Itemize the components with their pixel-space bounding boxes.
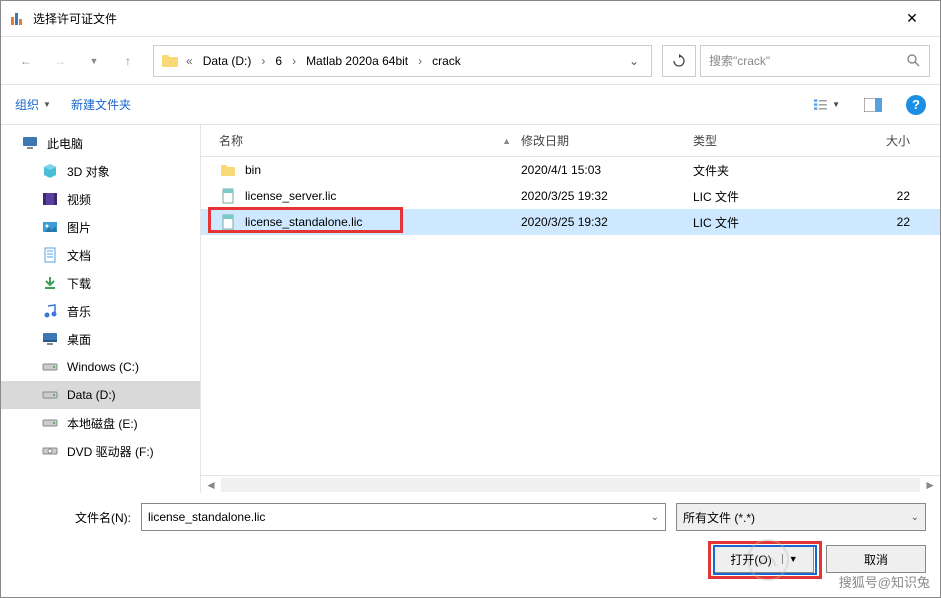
scroll-track[interactable] [221,478,920,492]
sidebar-item-download[interactable]: 下载 [1,269,200,297]
search-input[interactable]: 搜索"crack" [700,45,930,77]
file-row[interactable]: bin 2020/4/1 15:03 文件夹 [201,157,940,183]
breadcrumb-item-0[interactable]: Data (D:) [199,52,256,70]
recent-dropdown[interactable]: ▼ [79,46,109,76]
window-title: 选择许可证文件 [33,10,892,27]
column-name[interactable]: 名称 ▲ [201,132,521,149]
organize-menu[interactable]: 组织▼ [15,96,51,113]
up-button[interactable]: ↑ [113,46,143,76]
app-icon [9,11,25,27]
sidebar-item-pc[interactable]: 此电脑 [1,129,200,157]
sidebar-item-image[interactable]: 图片 [1,213,200,241]
sort-up-icon: ▲ [502,136,511,146]
file-list[interactable]: bin 2020/4/1 15:03 文件夹 license_server.li… [201,157,940,475]
sidebar-item-3d[interactable]: 3D 对象 [1,157,200,185]
sidebar-item-video[interactable]: 视频 [1,185,200,213]
close-button[interactable]: ✕ [892,4,932,33]
sidebar-item-doc[interactable]: 文档 [1,241,200,269]
footer: 文件名(N): license_standalone.lic ⌄ 所有文件 (*… [1,493,940,583]
scroll-right-icon[interactable]: ► [924,478,936,492]
chevron-down-icon: ⌄ [911,512,919,523]
column-date[interactable]: 修改日期 [521,132,693,149]
search-icon [906,53,921,68]
view-list-icon[interactable]: ▼ [814,92,840,118]
horizontal-scrollbar[interactable]: ◄ ► [201,475,940,493]
download-icon [41,274,59,292]
3d-icon [41,162,59,180]
chevron-down-icon[interactable]: ⌄ [651,512,659,523]
doc-icon [41,246,59,264]
breadcrumb-item-3[interactable]: crack [428,52,465,70]
breadcrumb[interactable]: « Data (D:) › 6 › Matlab 2020a 64bit › c… [153,45,652,77]
file-row-selected[interactable]: license_standalone.lic 2020/3/25 19:32 L… [201,209,940,235]
file-area: 名称 ▲ 修改日期 类型 大小 bin 2020/4/1 15:03 文件夹 l… [201,125,940,493]
sidebar-item-desktop[interactable]: 桌面 [1,325,200,353]
sidebar-item-disk-e[interactable]: 本地磁盘 (E:) [1,409,200,437]
refresh-button[interactable] [662,45,696,77]
chevron-right-icon: › [414,54,426,68]
file-row[interactable]: license_server.lic 2020/3/25 19:32 LIC 文… [201,183,940,209]
help-icon[interactable]: ? [906,95,926,115]
breadcrumb-dropdown[interactable]: ⌄ [623,54,645,68]
sidebar-item-music[interactable]: 音乐 [1,297,200,325]
filetype-select[interactable]: 所有文件 (*.*) ⌄ [676,503,926,531]
lic-file-icon [219,187,237,205]
desktop-icon [41,330,59,348]
breadcrumb-item-2[interactable]: Matlab 2020a 64bit [302,52,412,70]
file-header: 名称 ▲ 修改日期 类型 大小 [201,125,940,157]
disk-icon [41,358,59,376]
folder-icon [160,51,180,71]
toolbar: 组织▼ 新建文件夹 ▼ ? [1,85,940,125]
sidebar: 此电脑 3D 对象 视频 图片 文档 下载 音乐 桌面 [1,125,201,493]
pc-icon [21,134,39,152]
disk-icon [41,386,59,404]
image-icon [41,218,59,236]
watermark: 搜狐号@知识兔 [839,572,930,591]
body: 此电脑 3D 对象 视频 图片 文档 下载 音乐 桌面 [1,125,940,493]
lic-file-icon [219,213,237,231]
sidebar-item-disk-d[interactable]: Data (D:) [1,381,200,409]
column-size[interactable]: 大小 [835,132,930,149]
cancel-button[interactable]: 取消 [826,545,926,573]
chevron-left-icon[interactable]: « [182,54,197,68]
titlebar: 选择许可证文件 ✕ [1,1,940,37]
back-button[interactable]: ← [11,46,41,76]
chevron-right-icon: › [288,54,300,68]
sohu-logo [746,538,790,582]
breadcrumb-item-1[interactable]: 6 [271,52,286,70]
dvd-icon [41,442,59,460]
new-folder-button[interactable]: 新建文件夹 [71,96,131,113]
scroll-left-icon[interactable]: ◄ [205,478,217,492]
sidebar-item-dvd[interactable]: DVD 驱动器 (F:) [1,437,200,465]
preview-pane-icon[interactable] [860,92,886,118]
chevron-right-icon: › [257,54,269,68]
disk-icon [41,414,59,432]
filename-input[interactable]: license_standalone.lic ⌄ [141,503,666,531]
folder-icon [219,161,237,179]
video-icon [41,190,59,208]
music-icon [41,302,59,320]
sidebar-item-disk-c[interactable]: Windows (C:) [1,353,200,381]
forward-button[interactable]: → [45,46,75,76]
filename-label: 文件名(N): [75,509,131,526]
column-type[interactable]: 类型 [693,132,835,149]
navbar: ← → ▼ ↑ « Data (D:) › 6 › Matlab 2020a 6… [1,37,940,85]
search-placeholder: 搜索"crack" [709,52,906,69]
